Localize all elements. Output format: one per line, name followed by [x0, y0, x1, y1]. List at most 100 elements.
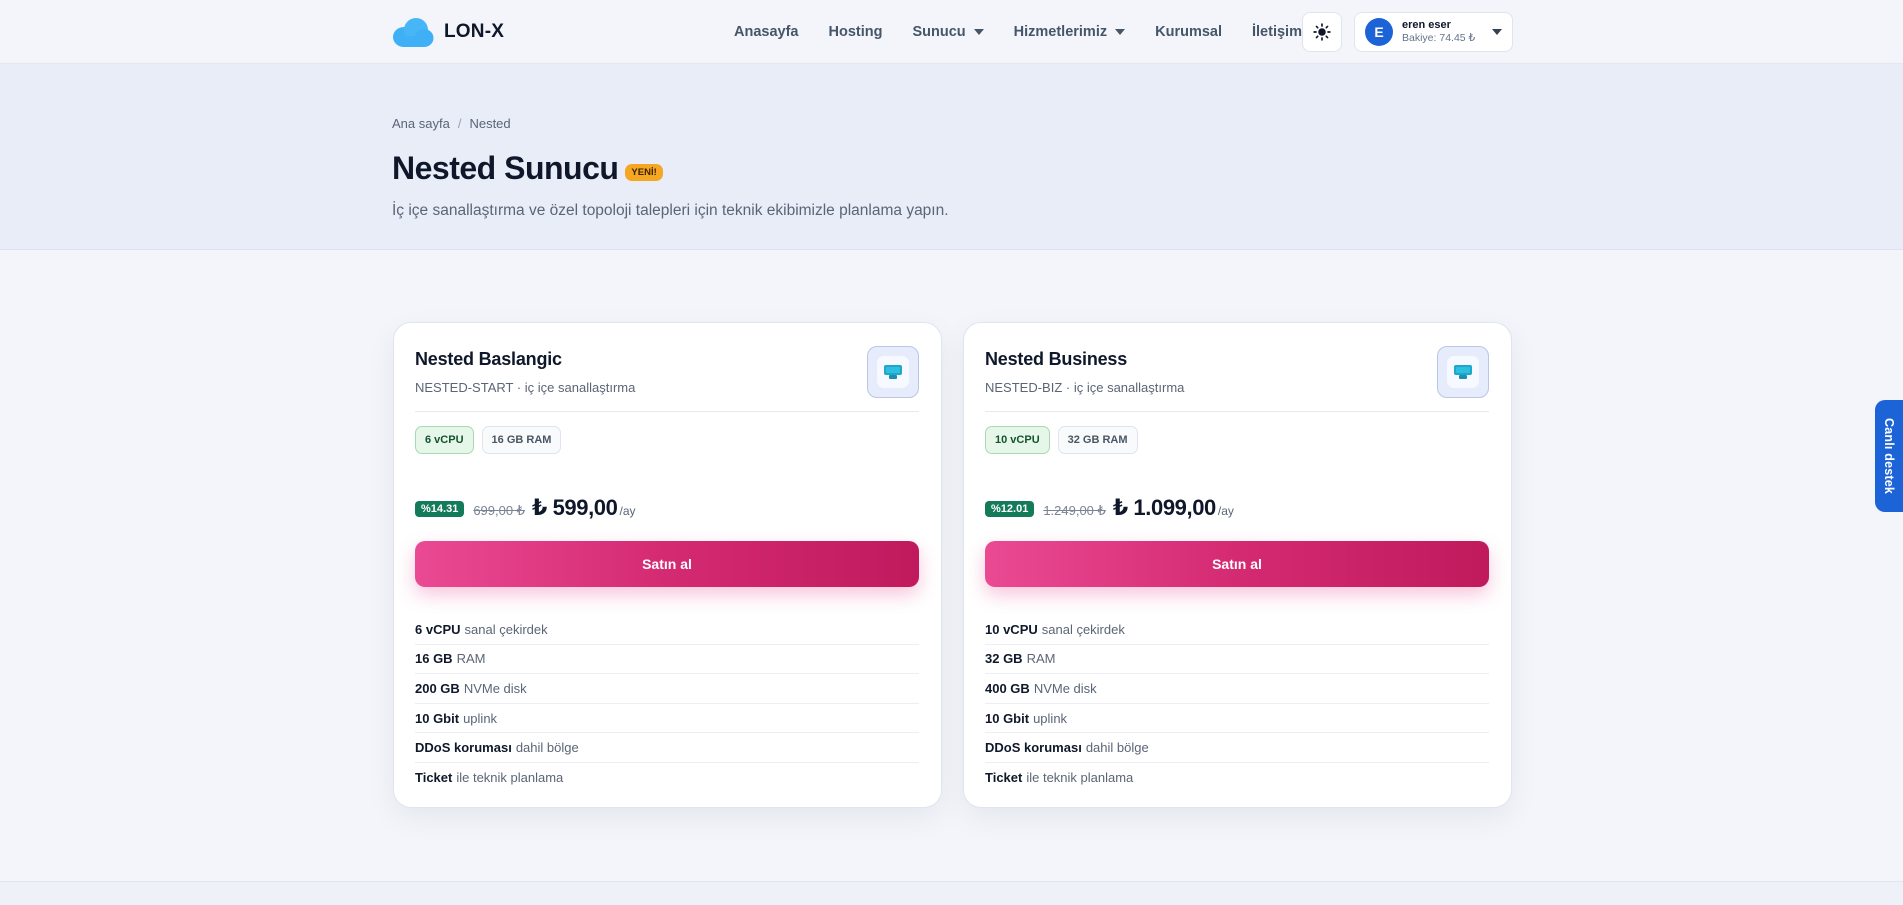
- breadcrumb-home[interactable]: Ana sayfa: [392, 116, 450, 131]
- cpu-tag: 6 vCPU: [415, 426, 474, 454]
- nav-sunucu-label: Sunucu: [912, 24, 966, 40]
- feature-strong: 10 Gbit: [985, 710, 1030, 726]
- list-item: 16 GB RAM: [415, 645, 919, 675]
- feature-list: 10 vCPU sanal çekirdek 32 GB RAM 400 GB NVM…: [985, 615, 1489, 793]
- price-period: /ay: [1217, 504, 1234, 518]
- price: ₺ 1.099,00: [1112, 495, 1216, 520]
- feature-strong: 32 GB: [985, 651, 1023, 667]
- feature-text: NVMe disk: [1033, 680, 1097, 696]
- breadcrumb-current: Nested: [469, 116, 511, 131]
- price-period: /ay: [619, 504, 636, 518]
- list-item: DDoS koruması dahil bölge: [985, 733, 1489, 763]
- list-item: 400 GB NVMe disk: [985, 674, 1489, 704]
- sun-icon: [1313, 23, 1331, 41]
- feature-text: dahil bölge: [1085, 740, 1149, 756]
- brand-logo[interactable]: LON-X: [392, 16, 504, 48]
- price-row: %14.31 699,00 ₺ ₺ 599,00 /ay: [415, 495, 636, 521]
- plan-icon-inner: [877, 356, 909, 388]
- nav-anasayfa[interactable]: Anasayfa: [734, 24, 798, 40]
- feature-text: ile teknik planlama: [456, 770, 564, 786]
- cloud-icon: [393, 18, 434, 47]
- avatar: E: [1365, 18, 1393, 46]
- discount-badge: %12.01: [985, 501, 1035, 517]
- feature-strong: 10 Gbit: [415, 710, 460, 726]
- list-item: 10 Gbit uplink: [415, 704, 919, 734]
- card-divider: [985, 411, 1489, 412]
- plan-card-nested-baslangic: Nested Baslangic NESTED-START · iç içe s…: [393, 322, 942, 808]
- ram-tag: 16 GB RAM: [481, 426, 562, 454]
- new-badge: YENİ!: [625, 164, 663, 181]
- buy-button[interactable]: Satın al: [985, 541, 1489, 587]
- feature-text: NVMe disk: [463, 680, 527, 696]
- nav-sunucu[interactable]: Sunucu: [912, 24, 984, 40]
- feature-list: 6 vCPU sanal çekirdek 16 GB RAM 200 GB NVMe…: [415, 615, 919, 793]
- nav-hizmetlerimiz[interactable]: Hizmetlerimiz: [1013, 24, 1126, 40]
- user-balance: Bakiye: 74.45 ₺: [1402, 32, 1476, 45]
- feature-text: RAM: [1026, 651, 1056, 667]
- list-item: 6 vCPU sanal çekirdek: [415, 615, 919, 645]
- feature-strong: DDoS koruması: [985, 740, 1082, 756]
- user-name: eren eser: [1402, 19, 1451, 32]
- main-nav: Anasayfa Hosting Sunucu Hizmetlerimiz Ku…: [734, 0, 1302, 64]
- feature-strong: Ticket: [985, 770, 1023, 786]
- page-title: Nested Sunucu: [392, 150, 619, 186]
- feature-strong: DDoS koruması: [415, 740, 512, 756]
- spec-tags: 6 vCPU 16 GB RAM: [415, 426, 562, 454]
- feature-text: uplink: [1033, 710, 1068, 726]
- feature-text: RAM: [456, 651, 486, 667]
- server-icon: [1454, 365, 1472, 379]
- plan-icon-inner: [1447, 356, 1479, 388]
- live-support-label: Canlı destek: [1882, 417, 1896, 495]
- spec-tags: 10 vCPU 32 GB RAM: [985, 426, 1138, 454]
- nav-iletisim[interactable]: İletişim: [1252, 24, 1302, 40]
- list-item: 10 vCPU sanal çekirdek: [985, 615, 1489, 645]
- buy-button[interactable]: Satın al: [415, 541, 919, 587]
- feature-strong: 10 vCPU: [985, 621, 1038, 637]
- list-item: 10 Gbit uplink: [985, 704, 1489, 734]
- chevron-down-icon: [973, 29, 984, 35]
- feature-strong: Ticket: [415, 770, 453, 786]
- plan-card-nested-business: Nested Business NESTED-BIZ · iç içe sana…: [963, 322, 1512, 808]
- feature-strong: 16 GB: [415, 651, 453, 667]
- nav-hosting[interactable]: Hosting: [828, 24, 882, 40]
- feature-text: sanal çekirdek: [464, 621, 548, 637]
- footer-edge: [0, 881, 1903, 905]
- breadcrumb: Ana sayfa / Nested: [392, 116, 511, 131]
- list-item: DDoS koruması dahil bölge: [415, 733, 919, 763]
- nav-hizmetlerimiz-label: Hizmetlerimiz: [1013, 24, 1108, 40]
- chevron-down-icon: [1115, 29, 1126, 35]
- plan-subtitle: NESTED-BIZ · iç içe sanallaştırma: [985, 380, 1185, 395]
- server-icon: [884, 365, 902, 379]
- feature-text: dahil bölge: [515, 740, 579, 756]
- nav-kurumsal[interactable]: Kurumsal: [1155, 24, 1222, 40]
- plan-icon: [1437, 346, 1489, 398]
- list-item: 32 GB RAM: [985, 645, 1489, 675]
- feature-text: sanal çekirdek: [1041, 621, 1125, 637]
- chevron-down-icon: [1492, 29, 1502, 35]
- feature-text: ile teknik planlama: [1026, 770, 1134, 786]
- old-price: 699,00 ₺: [473, 503, 525, 518]
- top-navbar: LON-X Anasayfa Hosting Sunucu Hizmetleri…: [0, 0, 1903, 64]
- theme-toggle-button[interactable]: [1302, 12, 1342, 52]
- discount-badge: %14.31: [415, 501, 465, 517]
- breadcrumb-separator: /: [457, 116, 462, 131]
- user-menu[interactable]: E eren eser Bakiye: 74.45 ₺: [1354, 12, 1513, 52]
- price-row: %12.01 1.249,00 ₺ ₺ 1.099,00 /ay: [985, 495, 1234, 521]
- plan-name: Nested Business: [985, 349, 1128, 369]
- page-hero: Ana sayfa / Nested Nested Sunucu YENİ! İ…: [0, 64, 1903, 250]
- page-subtitle: İç içe sanallaştırma ve özel topoloji ta…: [392, 202, 949, 219]
- live-support-tab[interactable]: Canlı destek: [1875, 400, 1903, 512]
- feature-strong: 6 vCPU: [415, 621, 461, 637]
- plan-subtitle: NESTED-START · iç içe sanallaştırma: [415, 380, 636, 395]
- list-item: Ticket ile teknik planlama: [415, 763, 919, 793]
- list-item: Ticket ile teknik planlama: [985, 763, 1489, 793]
- card-divider: [415, 411, 919, 412]
- user-info: eren eser Bakiye: 74.45 ₺: [1402, 19, 1475, 45]
- feature-strong: 200 GB: [415, 680, 460, 696]
- plan-name: Nested Baslangic: [415, 349, 562, 369]
- ram-tag: 32 GB RAM: [1057, 426, 1138, 454]
- brand-name: LON-X: [444, 21, 505, 42]
- plan-icon: [867, 346, 919, 398]
- cpu-tag: 10 vCPU: [985, 426, 1050, 454]
- old-price: 1.249,00 ₺: [1043, 503, 1106, 518]
